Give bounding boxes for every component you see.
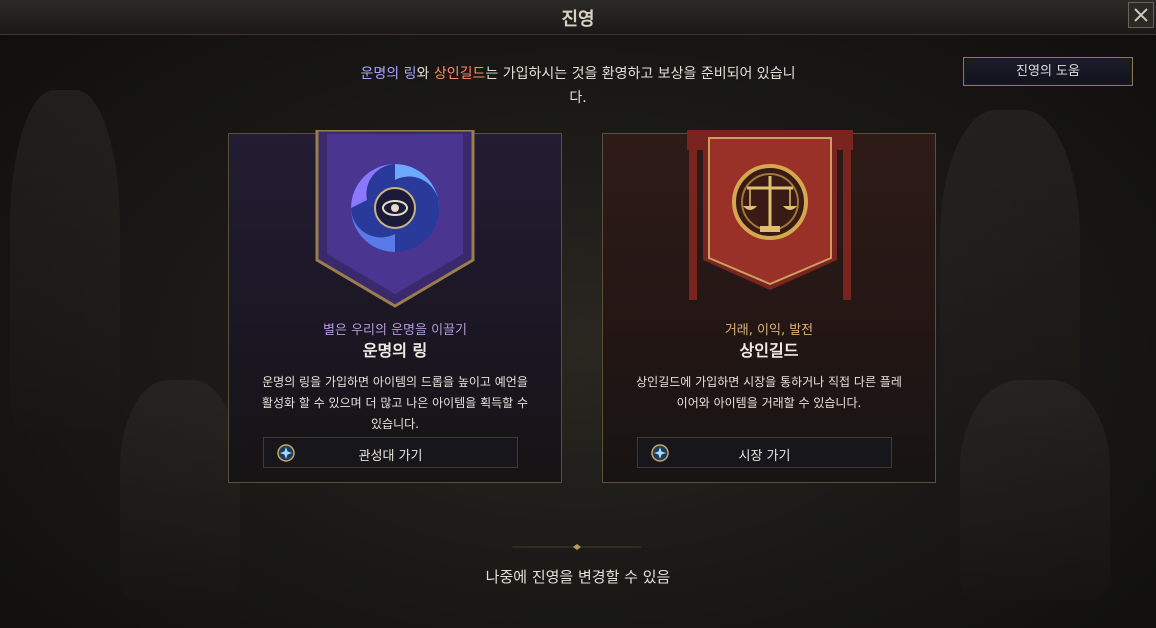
market-button-label: 시장 가기 [738,449,791,464]
eye-swirl-emblem-icon [351,164,440,252]
intro-guild-name: 상인길드 [433,66,486,82]
faction-help-button[interactable]: 진영의 도움 [963,57,1133,86]
guild-description: 상인길드에 가입하면 시장을 통하거나 직접 다른 플레이어와 아이템을 거래할… [636,375,902,410]
scales-wheel-emblem-icon [732,164,808,240]
intro-connector: 와 [416,66,434,82]
divider-ornament-icon [512,544,642,550]
intro-message: 운명의 링와 상인길드는 가입하시는 것을 환영하고 보상을 준비되어 있습니다… [360,62,796,110]
faction-card-ring-of-fate[interactable]: 별은 우리의 운명을 이끌기 운명의 링 운명의 링을 가입하면 아이템의 드롭… [228,130,562,483]
guild-name: 상인길드 [739,341,799,360]
observatory-button-label: 관성대 가기 [358,449,423,464]
ring-banner [315,130,475,308]
guild-banner [687,130,853,300]
close-icon [1134,8,1148,22]
window-title: 진영 [561,9,595,30]
ring-description: 운명의 링을 가입하면 아이템의 드롭을 높이고 예언을 활성화 할 수 있으며… [261,375,529,431]
intro-rest: 는 가입하시는 것을 환영하고 보상을 준비되어 있습니다. [485,66,796,106]
go-to-observatory-button[interactable]: 관성대 가기 [263,437,518,468]
faction-card-merchant-guild[interactable]: 거래, 이익, 발전 상인길드 상인길드에 가입하면 시장을 통하거나 직접 다… [602,130,936,483]
go-to-market-button[interactable]: 시장 가기 [637,437,892,468]
intro-ring-name: 운명의 링 [360,66,417,82]
guild-subtitle: 거래, 이익, 발전 [724,323,814,338]
ring-subtitle: 별은 우리의 운명을 이끌기 [323,323,467,338]
background-statue-left [10,90,120,430]
ring-name: 운명의 링 [362,341,428,360]
change-faction-later-note: 나중에 진영을 변경할 수 있음 [485,568,671,586]
close-button[interactable] [1128,2,1154,28]
title-bar: 진영 [0,0,1156,35]
